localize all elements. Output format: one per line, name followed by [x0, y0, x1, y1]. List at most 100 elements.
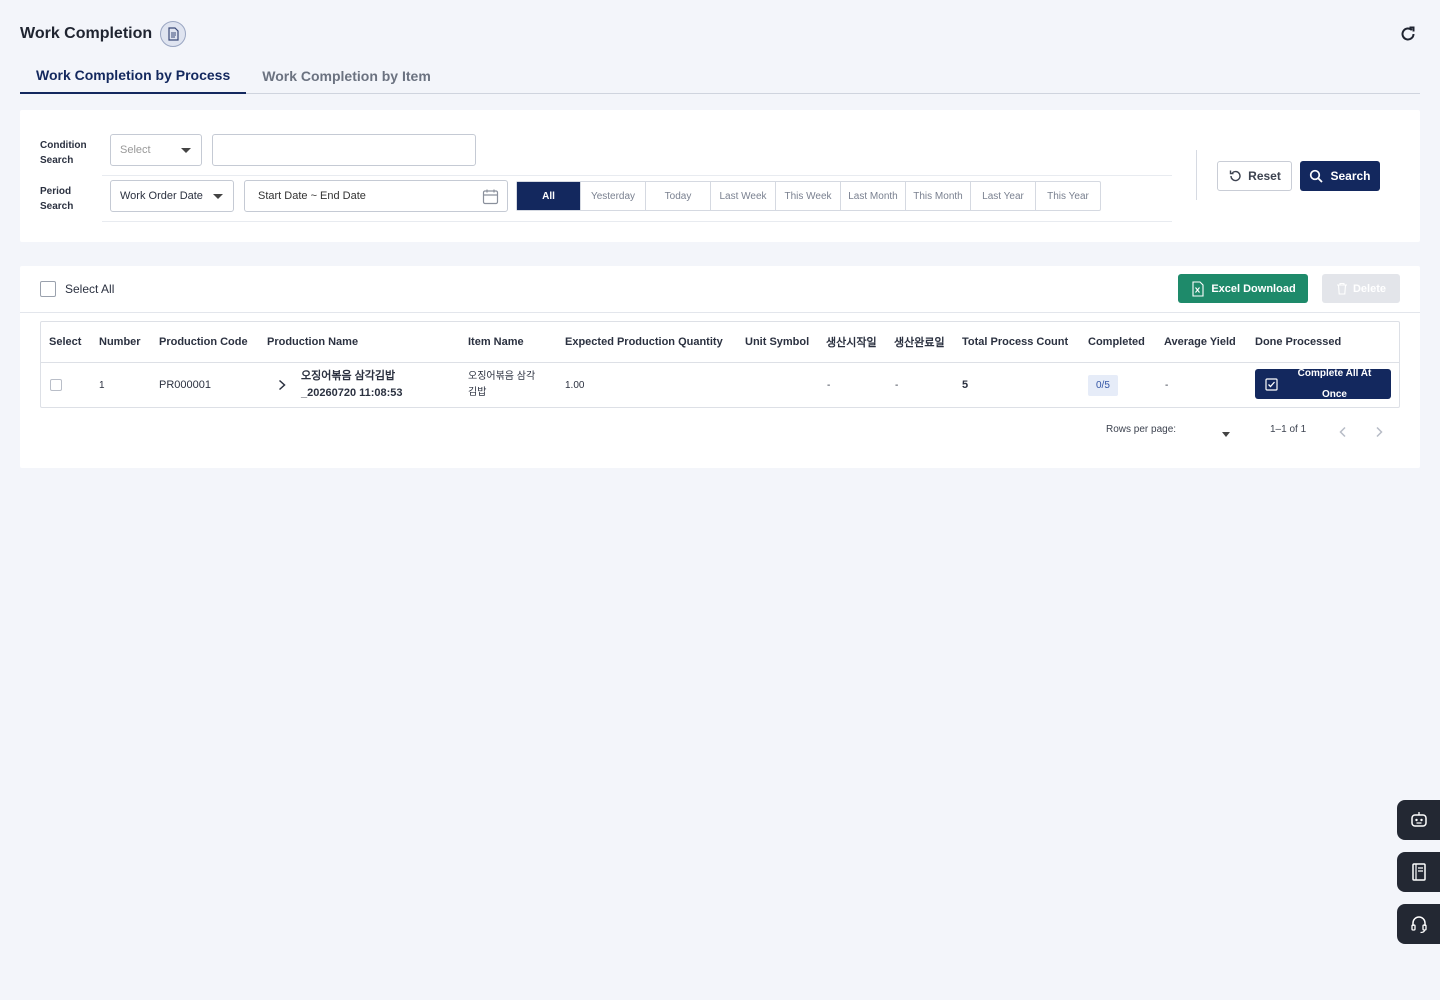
chevron-down-icon [213, 194, 223, 199]
results-panel: Select All Excel Download Delete Select … [20, 266, 1420, 468]
row-number: 1 [99, 379, 105, 391]
row-expected-qty: 1.00 [565, 379, 585, 391]
period-yesterday[interactable]: Yesterday [580, 182, 645, 210]
column-header[interactable]: Unit Symbol [745, 322, 809, 362]
refresh-icon[interactable] [1396, 22, 1420, 46]
period-all[interactable]: All [517, 182, 580, 210]
column-header[interactable]: Number [99, 322, 141, 362]
filter-panel: Condition Search Select Period Search Wo… [20, 110, 1420, 242]
rows-per-page-select[interactable] [1222, 432, 1230, 437]
search-label: Search [1330, 169, 1371, 183]
item-name-line2: 김밥 [468, 387, 487, 398]
search-button[interactable]: Search [1300, 161, 1380, 191]
chatbot-icon [1410, 812, 1427, 827]
chatbot-button[interactable] [1397, 800, 1440, 840]
chevron-right-icon [1376, 426, 1383, 438]
row-total-process-count: 5 [962, 379, 969, 391]
divider [20, 312, 1420, 313]
period-search-label: Period Search [40, 184, 73, 214]
complete-all-label-line1: Complete All At [1297, 368, 1372, 379]
tab-by-item[interactable]: Work Completion by Item [246, 58, 447, 94]
column-header[interactable]: Completed [1088, 322, 1145, 362]
search-icon [1310, 169, 1324, 183]
date-range-picker[interactable]: Start Date ~ End Date [244, 180, 508, 212]
period-type-value: Work Order Date [120, 190, 203, 202]
condition-search-label: Condition Search [40, 138, 87, 168]
complete-all-button[interactable]: Complete All At Once [1255, 368, 1391, 400]
excel-download-button[interactable]: Excel Download [1178, 274, 1308, 303]
row-start-date: - [827, 379, 831, 391]
column-header[interactable]: Done Processed [1255, 322, 1341, 362]
select-all-checkbox[interactable]: Select All [40, 281, 114, 297]
document-icon[interactable] [160, 21, 187, 47]
column-header[interactable]: Average Yield [1164, 322, 1236, 362]
chevron-left-icon [1339, 426, 1346, 438]
trash-icon [1336, 282, 1347, 295]
column-header[interactable]: Production Name [267, 322, 358, 362]
period-today[interactable]: Today [645, 182, 710, 210]
checkbox[interactable] [40, 281, 56, 297]
rows-per-page-label: Rows per page: [1106, 424, 1177, 435]
column-header[interactable]: Expected Production Quantity [565, 322, 723, 362]
column-header[interactable]: Production Code [159, 322, 248, 362]
production-name-line1: 오징어볶음 삼각김밥 [301, 370, 396, 382]
pagination-range: 1–1 of 1 [1270, 424, 1307, 435]
calendar-icon[interactable] [482, 188, 499, 208]
tab-bar: Work Completion by Process Work Completi… [20, 58, 1420, 94]
reset-button[interactable]: Reset [1217, 161, 1292, 191]
row-production-code: PR000001 [159, 379, 211, 391]
period-last-year[interactable]: Last Year [970, 182, 1035, 210]
page-title: Work Completion [20, 25, 153, 42]
reset-label: Reset [1248, 169, 1281, 183]
condition-select-value: Select [120, 144, 151, 156]
period-this-week[interactable]: This Week [775, 182, 840, 210]
row-checkbox[interactable] [50, 379, 62, 391]
row-completed-cell: 0/5 [1088, 363, 1118, 407]
period-type-select[interactable]: Work Order Date [110, 180, 234, 212]
row-end-date: - [895, 379, 899, 391]
condition-search-input[interactable] [212, 134, 476, 166]
excel-icon [1192, 280, 1204, 297]
period-this-year[interactable]: This Year [1035, 182, 1100, 210]
column-header[interactable]: Total Process Count [962, 322, 1068, 362]
condition-label-line1: Condition [40, 140, 87, 151]
manual-icon [1411, 863, 1426, 881]
expand-row-button[interactable] [277, 363, 287, 407]
period-button-group: All Yesterday Today Last Week This Week … [516, 181, 1101, 211]
column-header[interactable]: 생산시작일 [826, 322, 877, 362]
column-header[interactable]: Item Name [468, 322, 524, 362]
complete-all-label-line2: Once [1321, 389, 1347, 400]
delete-button[interactable]: Delete [1322, 274, 1400, 303]
prev-page-button[interactable] [1338, 426, 1348, 438]
vertical-divider [1196, 150, 1197, 200]
reset-icon [1229, 170, 1241, 182]
row-select-cell [50, 363, 62, 407]
page-header: Work Completion [20, 20, 1420, 48]
divider [41, 362, 1399, 363]
data-table: Select Number Production Code Production… [40, 321, 1400, 408]
manual-button[interactable] [1397, 852, 1440, 892]
completed-badge[interactable]: 0/5 [1088, 374, 1118, 396]
next-page-button[interactable] [1374, 426, 1384, 438]
support-button[interactable] [1397, 904, 1440, 944]
period-label-line2: Search [40, 201, 74, 212]
excel-download-label: Excel Download [1211, 282, 1296, 295]
headset-icon [1410, 916, 1427, 934]
period-label-line1: Period [40, 186, 72, 197]
select-all-label: Select All [65, 282, 115, 296]
period-this-month[interactable]: This Month [905, 182, 970, 210]
divider [102, 175, 1172, 176]
row-item-name: 오징어볶음 삼각 김밥 [468, 363, 535, 407]
item-name-line1: 오징어볶음 삼각 [468, 371, 536, 382]
condition-label-line2: Search [40, 155, 74, 166]
column-header[interactable]: Select [49, 322, 81, 362]
column-header[interactable]: 생산완료일 [894, 322, 945, 362]
period-last-month[interactable]: Last Month [840, 182, 905, 210]
row-average-yield: - [1165, 379, 1169, 391]
date-range-text: Start Date ~ End Date [258, 190, 366, 202]
condition-select[interactable]: Select [110, 134, 202, 166]
period-last-week[interactable]: Last Week [710, 182, 775, 210]
tab-by-process[interactable]: Work Completion by Process [20, 58, 247, 94]
divider [102, 221, 1172, 222]
production-name-line2: _20260720 11:08:53 [301, 387, 403, 399]
